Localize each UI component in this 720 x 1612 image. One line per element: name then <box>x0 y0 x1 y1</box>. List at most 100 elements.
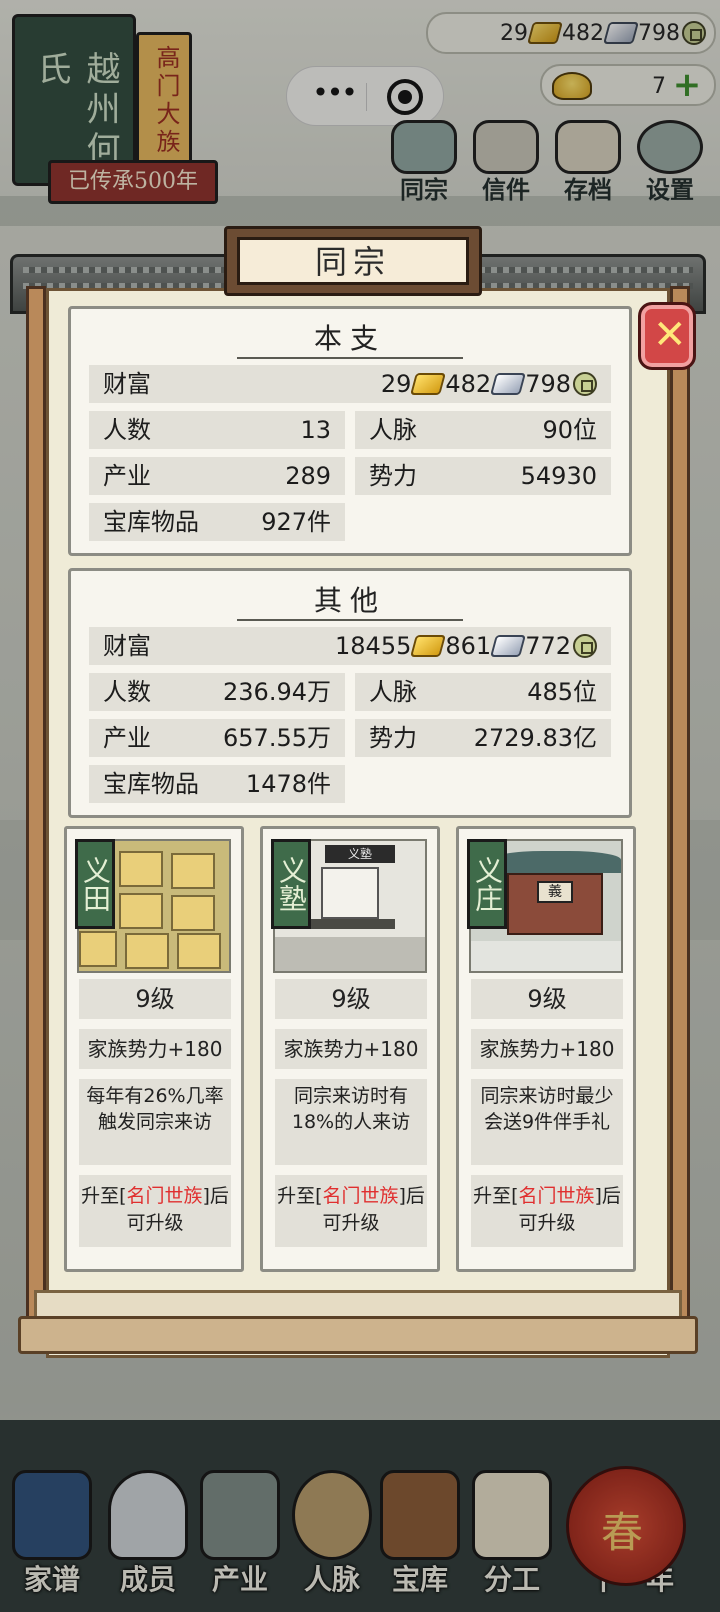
building-name-tag: 义田 <box>75 839 115 929</box>
field-plot <box>119 851 163 887</box>
upgrade-requirement: 升至[名门世族]后可升级 <box>79 1175 231 1247</box>
people-label: 人数 <box>103 416 151 444</box>
gold-ingot-icon <box>410 373 447 395</box>
treasury-value: 1478件 <box>245 770 331 798</box>
building-level: 9级 <box>275 979 427 1019</box>
main-network-row: 人脉 90位 <box>355 411 611 449</box>
heading-underline <box>237 357 463 359</box>
building-level: 9级 <box>471 979 623 1019</box>
upgrade-requirement: 升至[名门世族]后可升级 <box>471 1175 623 1247</box>
wealth-label: 财富 <box>103 370 151 398</box>
field-plot <box>119 893 163 929</box>
gold-ingot-icon <box>410 635 447 657</box>
modal-left-post <box>26 286 46 1346</box>
building-description: 同宗来访时最少会送9件伴手礼 <box>471 1079 623 1165</box>
others-people-row: 人数 236.94万 <box>89 673 345 711</box>
people-value: 236.94万 <box>223 678 331 706</box>
power-value: 2729.83亿 <box>473 724 597 752</box>
wealth-copper: 772 <box>525 632 571 660</box>
others-treasury-row: 宝库物品 1478件 <box>89 765 345 803</box>
school-sign: 义塾 <box>325 845 395 863</box>
building-card-yishu: 义塾 义塾 9级 家族势力+180 同宗来访时有18%的人来访 升至[名门世族]… <box>260 826 440 1272</box>
wealth-copper: 798 <box>525 370 571 398</box>
upgrade-prefix: 升至[ <box>81 1185 127 1207</box>
modal-title: 同宗 <box>237 237 469 285</box>
copper-coin-icon <box>573 634 597 658</box>
field-plot <box>125 933 169 969</box>
building-power: 家族势力+180 <box>471 1029 623 1069</box>
school-desk <box>305 919 395 929</box>
others-heading: 其他 <box>313 584 386 617</box>
field-plot <box>79 931 117 967</box>
others-property-row: 产业 657.55万 <box>89 719 345 757</box>
building-power: 家族势力+180 <box>79 1029 231 1069</box>
modal-right-post <box>670 286 690 1346</box>
others-wealth-row: 财富 18455 861 772 <box>89 627 611 665</box>
hall-courtyard <box>471 941 621 971</box>
modal-bottom-beam <box>18 1316 698 1354</box>
modal-title-board: 同宗 <box>224 226 482 296</box>
property-value: 289 <box>285 462 331 490</box>
network-label: 人脉 <box>369 678 417 706</box>
network-value: 485位 <box>527 678 597 706</box>
power-label: 势力 <box>369 724 417 752</box>
main-power-row: 势力 54930 <box>355 457 611 495</box>
treasury-value: 927件 <box>261 508 331 536</box>
network-label: 人脉 <box>369 416 417 444</box>
school-scroll <box>321 867 379 919</box>
main-branch-heading: 本支 <box>313 322 386 355</box>
upgrade-requirement: 升至[名门世族]后可升级 <box>275 1175 427 1247</box>
field-plot <box>171 895 215 931</box>
main-people-row: 人数 13 <box>89 411 345 449</box>
hall-roof <box>491 851 621 873</box>
wealth-gold: 18455 <box>335 632 412 660</box>
building-power: 家族势力+180 <box>275 1029 427 1069</box>
treasury-label: 宝库物品 <box>103 770 199 798</box>
building-card-yizhuang: 義 义庄 9级 家族势力+180 同宗来访时最少会送9件伴手礼 升至[名门世族]… <box>456 826 636 1272</box>
clan-modal: 同宗 ✕ 本支 财富 29 482 798 人数 13 人脉 90位 产业 28… <box>10 226 706 1406</box>
building-description: 同宗来访时有18%的人来访 <box>275 1079 427 1165</box>
upgrade-rank: 名门世族 <box>126 1185 203 1207</box>
others-panel: 其他 财富 18455 861 772 人数 236.94万 人脉 485位 产… <box>68 568 632 818</box>
field-plot <box>171 853 215 889</box>
wealth-silver: 482 <box>445 370 492 398</box>
building-name-tag: 义塾 <box>271 839 311 929</box>
main-treasury-row: 宝库物品 927件 <box>89 503 345 541</box>
main-wealth-row: 财富 29 482 798 <box>89 365 611 403</box>
silver-ingot-icon <box>490 373 527 395</box>
treasury-label: 宝库物品 <box>103 508 199 536</box>
field-plot <box>177 933 221 969</box>
upgrade-prefix: 升至[ <box>473 1185 519 1207</box>
people-label: 人数 <box>103 678 151 706</box>
wealth-gold: 29 <box>380 370 412 398</box>
property-value: 657.55万 <box>223 724 331 752</box>
building-description: 每年有26%几率触发同宗来访 <box>79 1079 231 1165</box>
heading-underline <box>237 619 463 621</box>
hall-sign: 義 <box>537 881 573 903</box>
building-card-yitian: 义田 9级 家族势力+180 每年有26%几率触发同宗来访 升至[名门世族]后可… <box>64 826 244 1272</box>
close-button[interactable]: ✕ <box>638 302 696 370</box>
power-value: 54930 <box>520 462 597 490</box>
power-label: 势力 <box>369 462 417 490</box>
main-branch-panel: 本支 财富 29 482 798 人数 13 人脉 90位 产业 289 势力 … <box>68 306 632 556</box>
others-network-row: 人脉 485位 <box>355 673 611 711</box>
silver-ingot-icon <box>490 635 527 657</box>
copper-coin-icon <box>573 372 597 396</box>
upgrade-rank: 名门世族 <box>518 1185 595 1207</box>
property-label: 产业 <box>103 462 151 490</box>
others-power-row: 势力 2729.83亿 <box>355 719 611 757</box>
school-floor <box>275 937 425 971</box>
wealth-label: 财富 <box>103 632 151 660</box>
upgrade-rank: 名门世族 <box>322 1185 399 1207</box>
property-label: 产业 <box>103 724 151 752</box>
wealth-silver: 861 <box>445 632 492 660</box>
wealth-values: 18455 861 772 <box>335 627 597 665</box>
network-value: 90位 <box>542 416 597 444</box>
building-level: 9级 <box>79 979 231 1019</box>
main-property-row: 产业 289 <box>89 457 345 495</box>
building-name-tag: 义庄 <box>467 839 507 929</box>
people-value: 13 <box>300 416 331 444</box>
upgrade-prefix: 升至[ <box>277 1185 323 1207</box>
close-icon: ✕ <box>653 312 687 358</box>
wealth-values: 29 482 798 <box>381 365 597 403</box>
